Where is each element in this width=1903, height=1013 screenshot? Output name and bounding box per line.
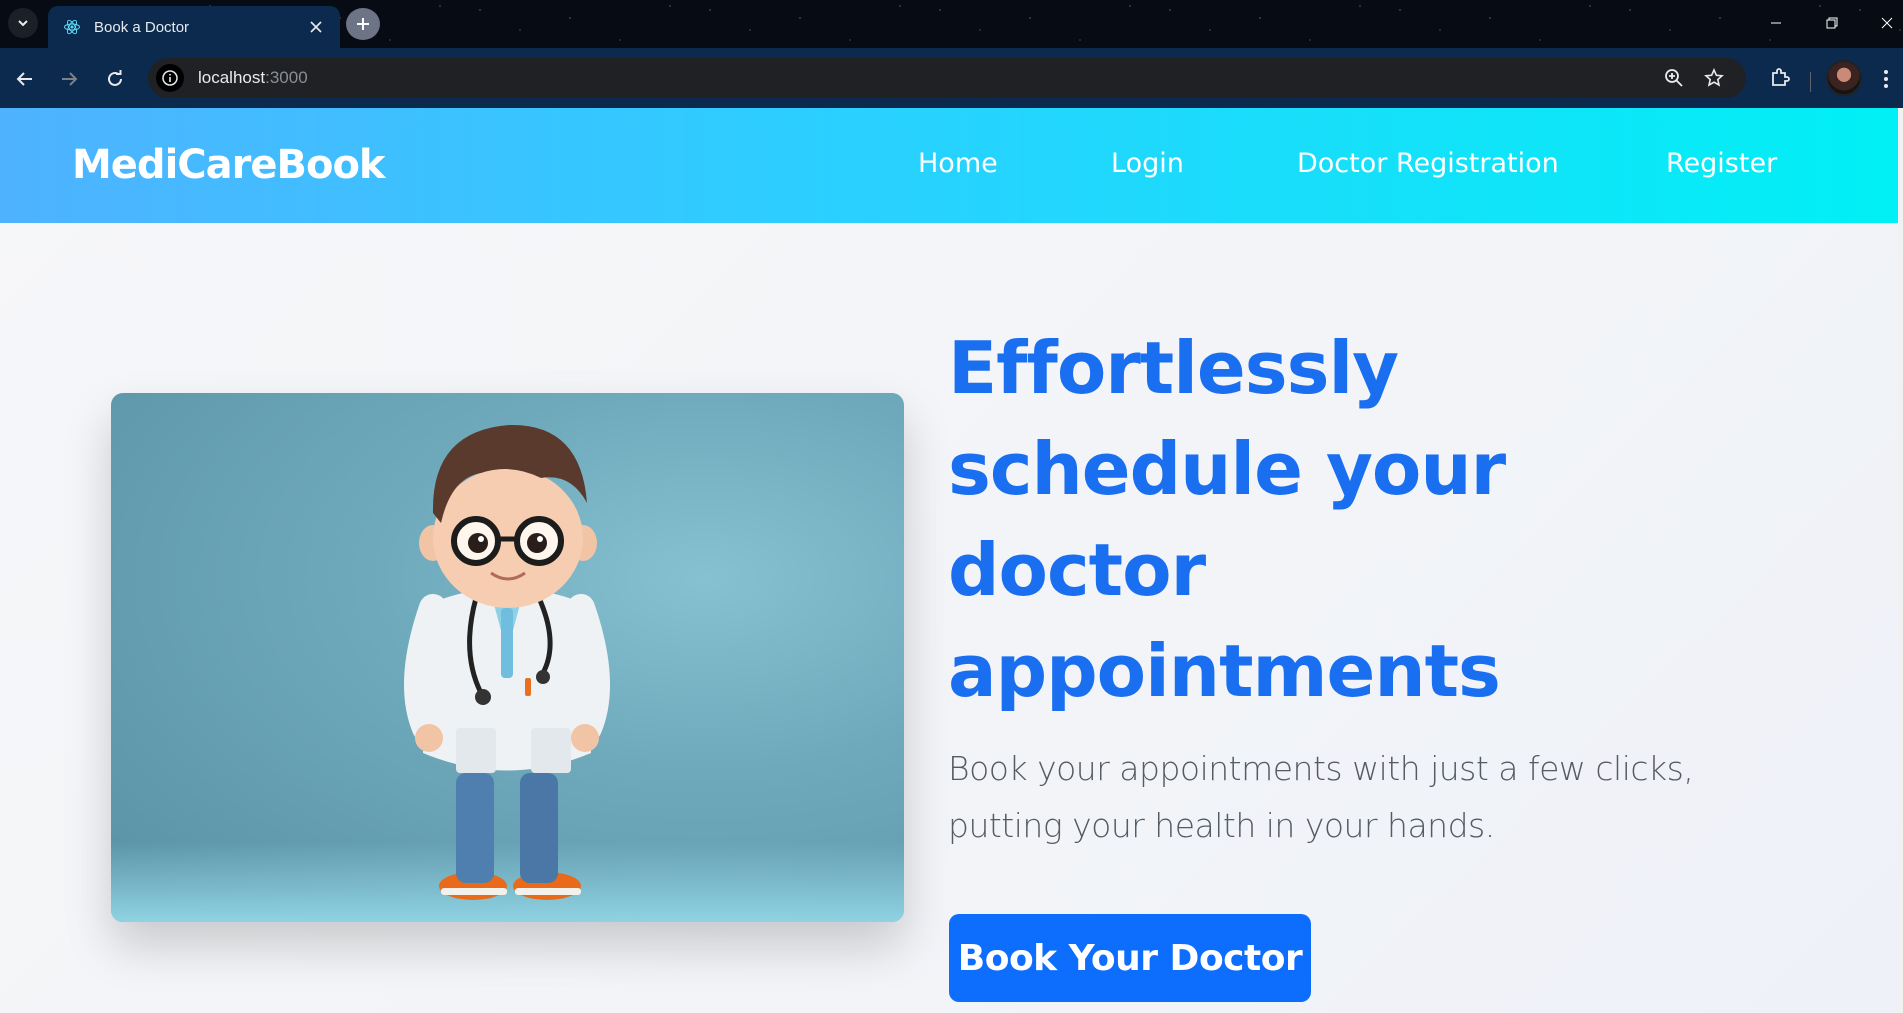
react-logo-icon xyxy=(62,17,82,37)
cartoon-doctor-illustration xyxy=(403,424,611,900)
page-viewport: MediCareBook Home Login Doctor Registrat… xyxy=(0,108,1903,1013)
close-icon[interactable] xyxy=(306,17,326,37)
arrow-right-icon xyxy=(62,72,78,86)
new-tab-button[interactable] xyxy=(346,8,380,40)
zoom-icon[interactable] xyxy=(1662,66,1686,90)
back-button[interactable] xyxy=(8,62,42,96)
reload-button[interactable] xyxy=(98,62,132,96)
extensions-button[interactable] xyxy=(1764,62,1796,94)
tab-title: Book a Doctor xyxy=(94,18,190,36)
info-icon[interactable] xyxy=(156,64,184,92)
url-port: :3000 xyxy=(265,68,308,87)
bookmark-star-icon[interactable] xyxy=(1702,66,1726,90)
nav-link-login[interactable]: Login xyxy=(1111,148,1184,179)
page-scrollbar[interactable] xyxy=(1898,108,1903,1013)
restore-icon xyxy=(1826,17,1838,29)
reload-icon xyxy=(108,70,122,86)
hero-doctor-image xyxy=(111,393,904,922)
nav-link-register[interactable]: Register xyxy=(1666,148,1777,179)
nav-link-doctor-registration[interactable]: Doctor Registration xyxy=(1297,148,1559,179)
puzzle-icon xyxy=(1772,68,1790,86)
address-bar[interactable]: localhost:3000 xyxy=(148,58,1746,98)
book-your-doctor-button[interactable]: Book Your Doctor xyxy=(949,914,1311,1002)
profile-avatar[interactable] xyxy=(1826,60,1862,96)
close-icon xyxy=(1881,17,1893,29)
browser-tab-active[interactable]: Book a Doctor xyxy=(48,6,340,48)
hero-subtext: Book your appointments with just a few c… xyxy=(948,749,1694,845)
browser-tab-bar: Book a Doctor xyxy=(0,0,1903,48)
more-vertical-icon xyxy=(1884,70,1888,88)
browser-menu-button[interactable] xyxy=(1874,62,1898,96)
arrow-left-icon xyxy=(16,72,32,86)
nav-link-home[interactable]: Home xyxy=(918,148,998,179)
forward-button[interactable] xyxy=(52,62,86,96)
url-text[interactable]: localhost:3000 xyxy=(198,68,308,88)
restore-button[interactable] xyxy=(1804,0,1860,46)
brand-logo[interactable]: MediCareBook xyxy=(72,142,386,188)
site-navbar: MediCareBook Home Login Doctor Registrat… xyxy=(0,108,1898,223)
minimize-button[interactable] xyxy=(1748,0,1804,46)
minimize-icon xyxy=(1771,22,1781,24)
window-close-button[interactable] xyxy=(1859,0,1903,46)
url-host: localhost xyxy=(198,68,266,87)
chevron-down-icon xyxy=(18,20,28,27)
browser-toolbar: localhost:3000 xyxy=(0,48,1903,108)
toolbar-divider xyxy=(1810,72,1811,92)
hero-headline: Effortlessly schedule your doctor appoin… xyxy=(948,326,1506,713)
tab-search-button[interactable] xyxy=(8,8,38,38)
plus-icon xyxy=(357,18,369,30)
